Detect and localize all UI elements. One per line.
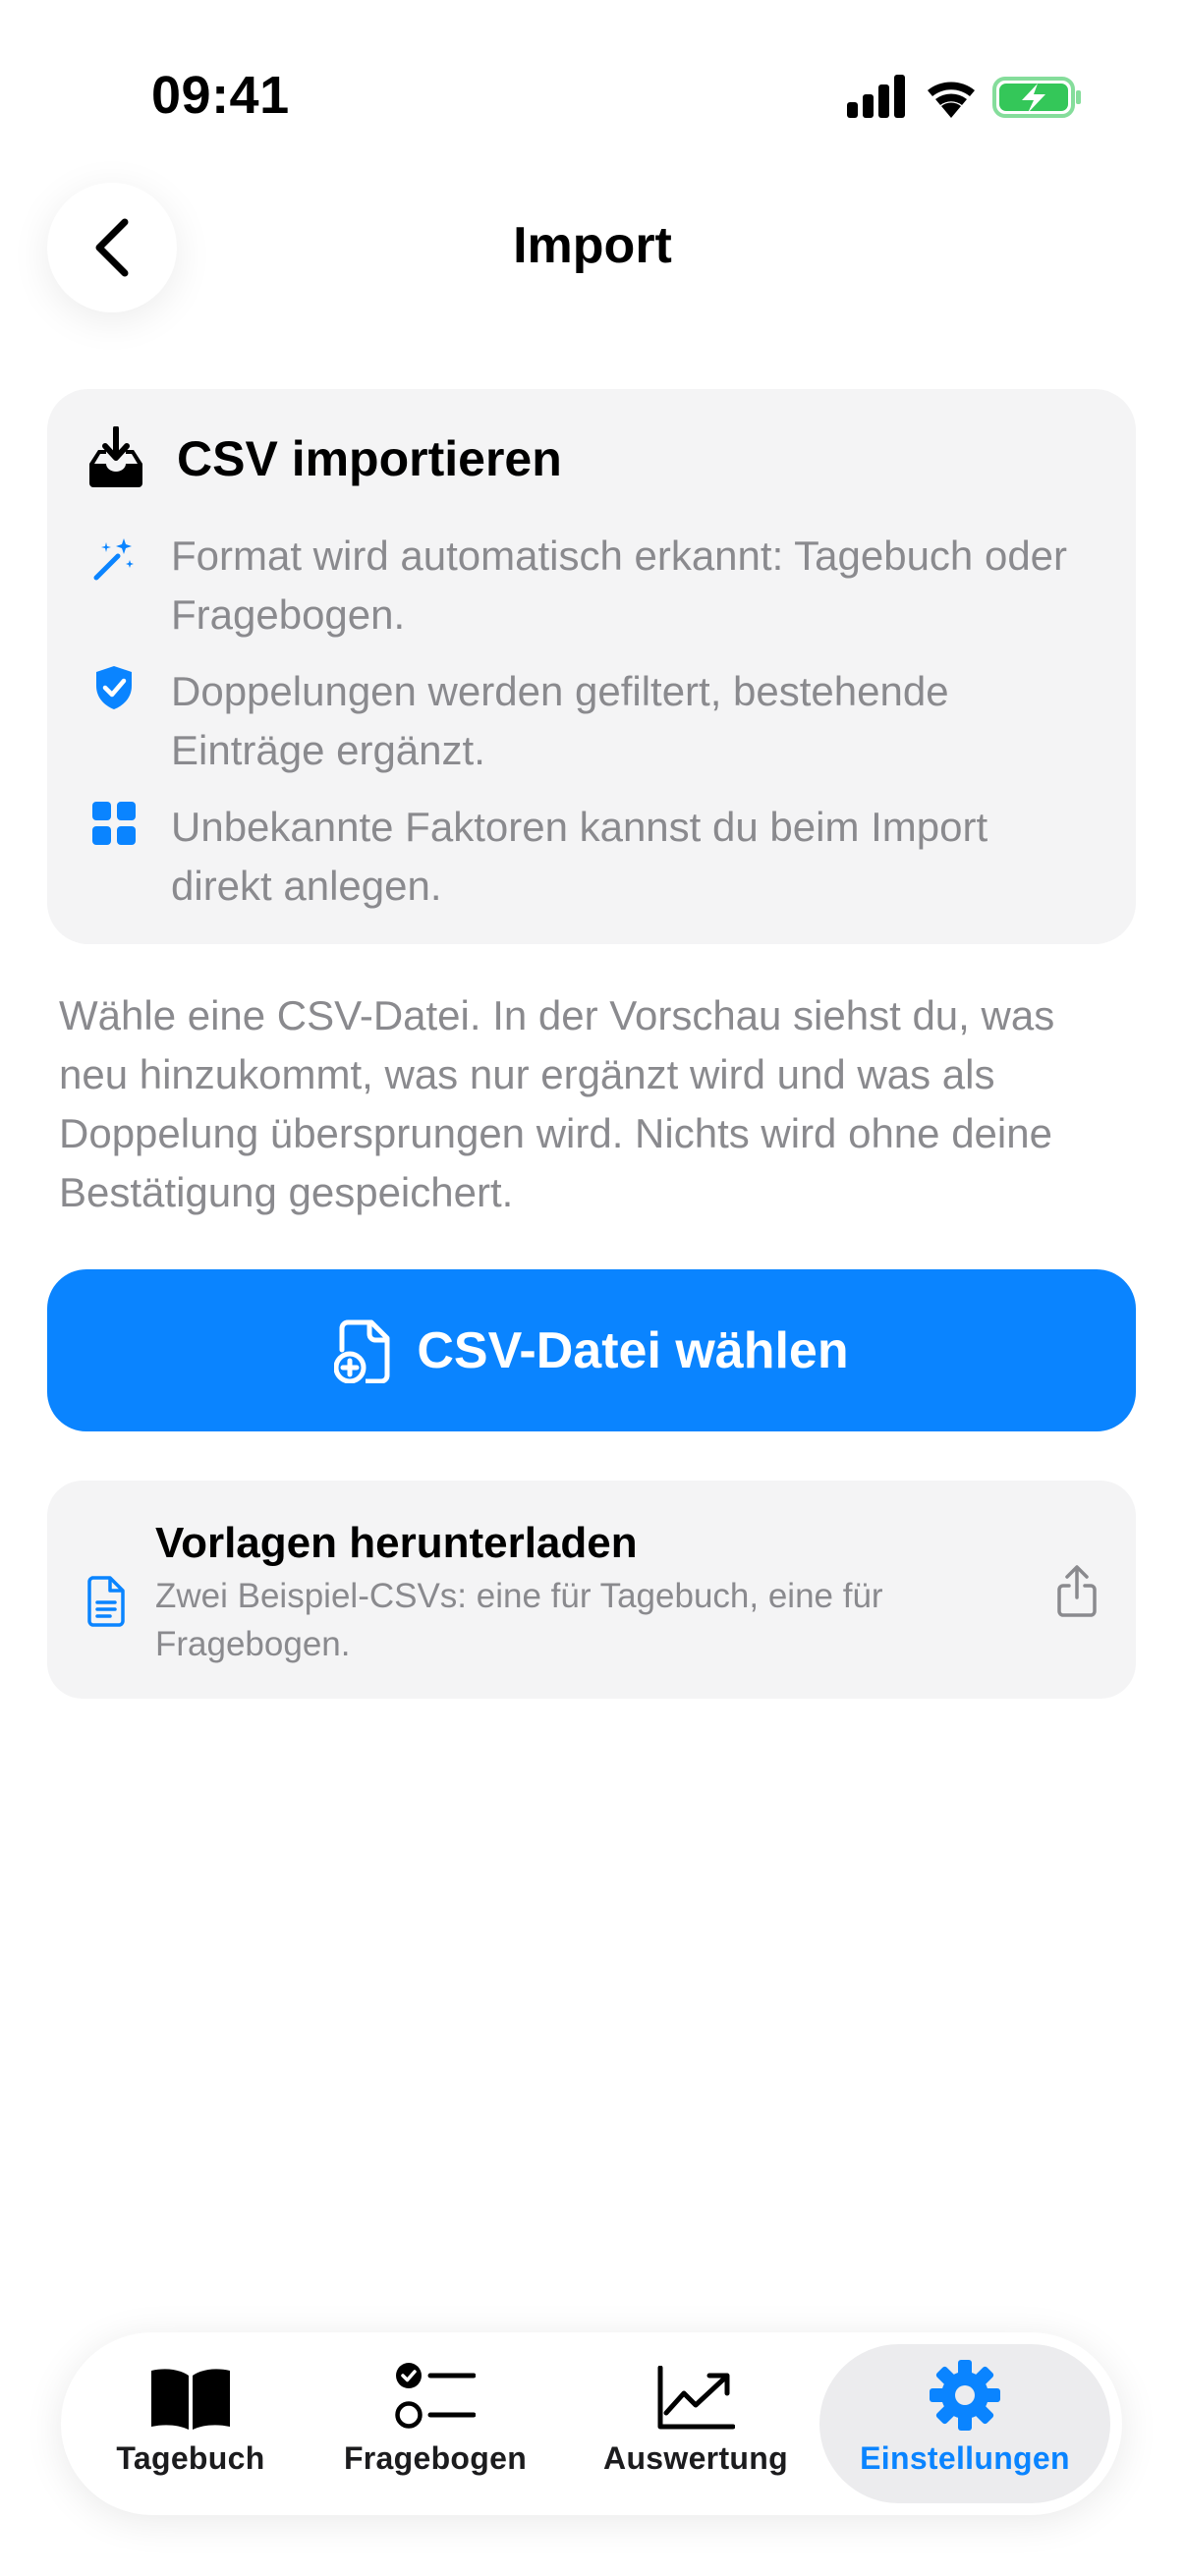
book-icon [151,2369,230,2430]
share-icon[interactable] [1055,1564,1099,1619]
tab-einstellungen[interactable]: Einstellungen [847,2332,1083,2515]
tab-label: Tagebuch [116,2440,265,2476]
cellular-signal-icon [847,75,905,118]
info-card-title: CSV importieren [177,431,562,486]
magic-wand-icon [93,538,134,581]
choose-csv-button[interactable]: CSV-Datei wählen [47,1269,1136,1431]
feature-text: Doppelungen werden gefiltert, bestehende… [171,668,949,773]
battery-charging-icon [992,77,1081,118]
page-title: Import [513,217,672,274]
tab-tagebuch[interactable]: Tagebuch [92,2332,289,2515]
gear-icon [930,2360,1000,2431]
templates-title: Vorlagen herunterladen [155,1519,638,1567]
tab-label: Fragebogen [343,2440,528,2476]
wifi-icon [928,82,975,118]
status-icons [845,69,1081,124]
document-icon [87,1576,125,1627]
import-description: Wähle eine CSV-Datei. In der Vorschau si… [59,992,1055,1215]
tab-label: Auswertung [603,2440,788,2476]
document-add-icon [334,1319,390,1383]
shield-check-icon [96,666,132,709]
tab-label: Einstellungen [860,2440,1070,2476]
grid-icon [92,802,136,845]
templates-subtitle: Zwei Beispiel-CSVs: eine für Tagebuch, e… [155,1577,883,1663]
tab-auswertung[interactable]: Auswertung [597,2332,794,2515]
checklist-icon [395,2363,476,2429]
tray-download-icon [89,426,142,487]
choose-csv-label: CSV-Datei wählen [417,1321,849,1379]
feature-text: Unbekannte Faktoren kannst du beim Impor… [171,804,988,909]
tab-fragebogen[interactable]: Fragebogen [337,2332,534,2515]
feature-text: Format wird automatisch erkannt: Tagebuc… [171,532,1068,638]
status-time: 09:41 [151,66,290,125]
chart-up-icon [657,2366,735,2430]
